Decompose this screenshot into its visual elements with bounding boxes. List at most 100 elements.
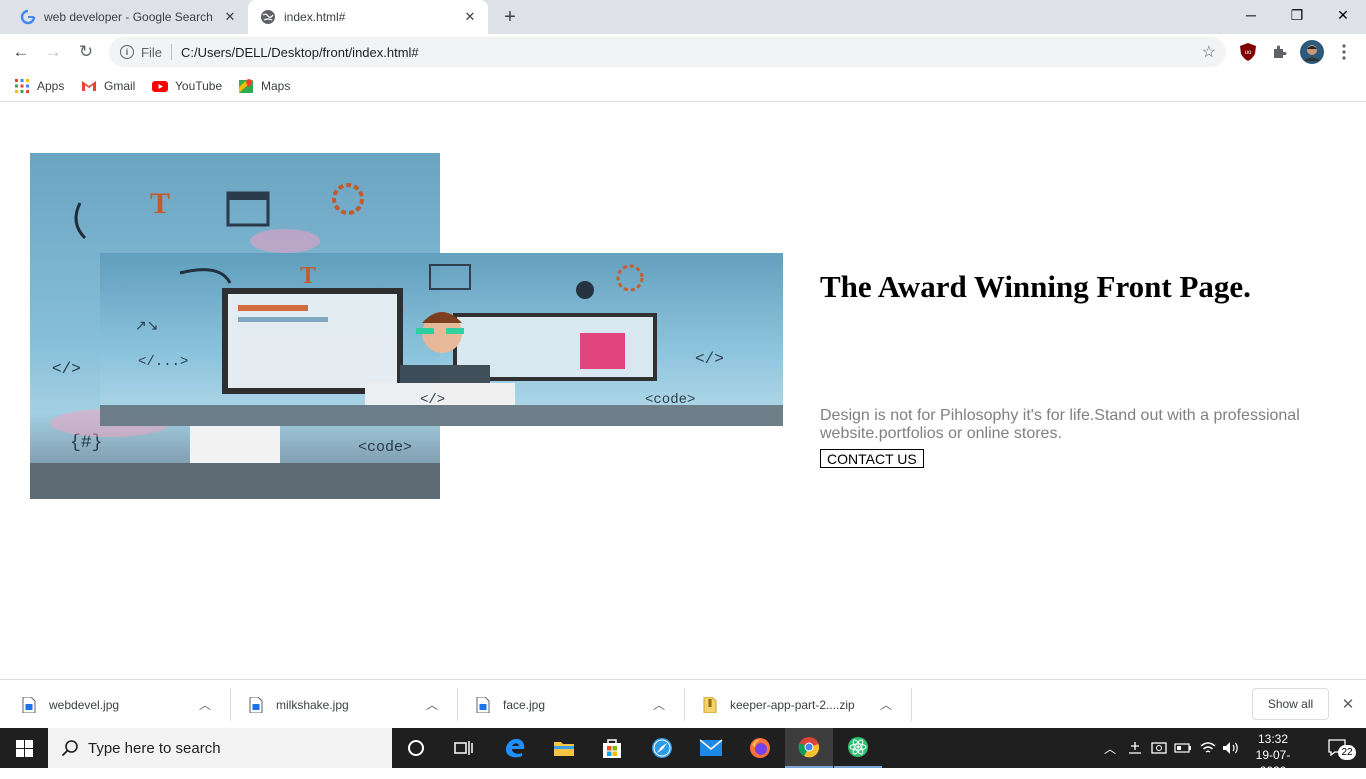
search-icon bbox=[61, 739, 79, 757]
system-clock[interactable]: 13:32 19-07-2020 bbox=[1243, 731, 1303, 779]
cortana-button[interactable] bbox=[392, 728, 440, 768]
bookmark-youtube[interactable]: YouTube bbox=[152, 76, 222, 96]
bookmark-maps[interactable]: Maps bbox=[238, 76, 290, 96]
download-item[interactable]: keeper-app-part-2....zip ︿ bbox=[681, 680, 892, 729]
start-button[interactable] bbox=[0, 728, 48, 768]
ublock-icon[interactable]: uo bbox=[1237, 41, 1259, 63]
profile-avatar[interactable] bbox=[1300, 40, 1324, 64]
bookmark-gmail[interactable]: Gmail bbox=[81, 76, 135, 96]
google-g-icon bbox=[20, 9, 36, 25]
image-file-icon bbox=[249, 696, 263, 713]
browser-toolbar: ← → ↻ i File C:/Users/DELL/Desktop/front… bbox=[0, 34, 1366, 70]
hero-image-front: T </> ↗↘ </...> </> <code> bbox=[100, 253, 783, 426]
windows-taskbar: Type here to search ︿ 13:32 19-07-2020 2… bbox=[0, 728, 1366, 778]
reload-icon: ↻ bbox=[78, 42, 94, 61]
forward-button[interactable]: → bbox=[39, 38, 67, 66]
svg-text:<code>: <code> bbox=[358, 439, 412, 456]
address-bar[interactable]: i File C:/Users/DELL/Desktop/front/index… bbox=[109, 37, 1226, 67]
action-center-button[interactable]: 22 bbox=[1318, 728, 1358, 768]
tab-google-search[interactable]: web developer - Google Search ✕ bbox=[8, 0, 248, 34]
store-bag-icon bbox=[603, 739, 621, 758]
svg-text:</...>: </...> bbox=[138, 354, 188, 370]
svg-text:uo: uo bbox=[1245, 50, 1252, 56]
divider bbox=[911, 688, 912, 721]
network-sharing-icon[interactable] bbox=[1124, 728, 1146, 768]
bookmark-label: Maps bbox=[261, 79, 291, 93]
battery-icon[interactable] bbox=[1172, 728, 1194, 768]
close-tab-icon[interactable]: ✕ bbox=[220, 7, 240, 27]
reload-button[interactable]: ↻ bbox=[72, 38, 100, 66]
download-item[interactable]: face.jpg ︿ bbox=[454, 680, 665, 729]
folder-icon bbox=[554, 742, 574, 756]
restore-button[interactable]: ❐ bbox=[1274, 0, 1320, 30]
show-all-button[interactable]: Show all bbox=[1252, 688, 1329, 720]
chrome-icon bbox=[798, 737, 820, 758]
minimize-button[interactable]: ─ bbox=[1228, 0, 1274, 30]
download-filename: milkshake.jpg bbox=[276, 697, 349, 712]
puzzle-extensions-icon[interactable] bbox=[1269, 41, 1291, 63]
firefox-app[interactable] bbox=[736, 728, 784, 768]
close-shelf-icon[interactable]: ✕ bbox=[1338, 694, 1358, 714]
chevron-up-icon[interactable]: ︿ bbox=[1100, 728, 1120, 768]
svg-text:</>: </> bbox=[52, 360, 81, 378]
bookmark-label: Apps bbox=[37, 79, 65, 93]
task-view-button[interactable] bbox=[440, 728, 488, 768]
image-file-icon bbox=[22, 696, 36, 713]
back-button[interactable]: ← bbox=[7, 38, 35, 66]
download-item[interactable]: milkshake.jpg ︿ bbox=[227, 680, 438, 729]
taskbar-search-box[interactable]: Type here to search bbox=[48, 728, 392, 768]
bookmarks-bar: Apps Gmail YouTube Maps bbox=[0, 70, 1366, 102]
new-tab-button[interactable]: + bbox=[498, 5, 522, 29]
arrow-left-icon: ← bbox=[12, 42, 30, 61]
youtube-icon bbox=[152, 78, 168, 94]
download-item[interactable]: webdevel.jpg ︿ bbox=[0, 680, 211, 729]
windows-logo-icon bbox=[15, 739, 33, 757]
close-tab-icon[interactable]: ✕ bbox=[460, 7, 480, 27]
search-placeholder: Type here to search bbox=[88, 739, 221, 757]
kebab-menu-icon[interactable] bbox=[1333, 41, 1355, 63]
edge-icon bbox=[506, 738, 525, 758]
info-icon[interactable]: i bbox=[120, 45, 134, 59]
svg-text:</>: </> bbox=[695, 350, 724, 368]
downloads-shelf: webdevel.jpg ︿ milkshake.jpg ︿ face.jpg … bbox=[0, 679, 1366, 728]
zip-file-icon bbox=[703, 696, 717, 713]
clock-date: 19-07-2020 bbox=[1255, 748, 1291, 778]
chevron-up-icon[interactable]: ︿ bbox=[199, 696, 211, 713]
chrome-app[interactable] bbox=[785, 728, 833, 768]
security-center-icon[interactable] bbox=[1148, 728, 1170, 768]
svg-text:T: T bbox=[150, 187, 170, 220]
atom-app[interactable] bbox=[834, 728, 882, 768]
chevron-up-icon[interactable]: ︿ bbox=[653, 696, 665, 713]
tab-title: index.html# bbox=[284, 10, 346, 24]
download-filename: webdevel.jpg bbox=[49, 697, 120, 712]
scheme-label: File bbox=[141, 44, 162, 60]
maps-icon bbox=[238, 78, 254, 94]
contact-us-button[interactable]: CONTACT US bbox=[820, 449, 924, 468]
volume-icon[interactable] bbox=[1220, 728, 1242, 768]
edge-app[interactable] bbox=[491, 728, 539, 768]
firefox-icon bbox=[750, 738, 770, 758]
atom-icon bbox=[848, 737, 868, 757]
close-window-button[interactable]: ✕ bbox=[1320, 0, 1366, 30]
chevron-up-icon[interactable]: ︿ bbox=[426, 696, 438, 713]
safari-like-app[interactable] bbox=[638, 728, 686, 768]
wifi-icon[interactable] bbox=[1196, 728, 1220, 768]
store-app[interactable] bbox=[588, 728, 636, 768]
gmail-icon bbox=[81, 78, 97, 94]
web-page: T </> {#} <code> T </> ↗↘ </...> </> <co… bbox=[0, 103, 1366, 679]
tab-strip: web developer - Google Search ✕ index.ht… bbox=[0, 0, 1366, 34]
mail-icon bbox=[699, 739, 723, 756]
url-text[interactable]: C:/Users/DELL/Desktop/front/index.html# bbox=[181, 45, 1202, 60]
chevron-up-icon[interactable]: ︿ bbox=[880, 696, 892, 713]
file-explorer-app[interactable] bbox=[540, 728, 588, 768]
image-file-icon bbox=[476, 696, 490, 713]
notification-count-badge: 22 bbox=[1338, 745, 1356, 760]
svg-text:T: T bbox=[300, 263, 316, 289]
bookmark-apps[interactable]: Apps bbox=[14, 76, 64, 96]
apps-grid-icon bbox=[14, 78, 30, 94]
page-description: Design is not for Pihlosophy it's for li… bbox=[820, 407, 1300, 442]
tab-index-html[interactable]: index.html# ✕ bbox=[248, 0, 488, 34]
mail-app[interactable] bbox=[687, 728, 735, 768]
bookmark-star-icon[interactable]: ☆ bbox=[1202, 42, 1216, 62]
arrow-right-icon: → bbox=[44, 42, 62, 61]
